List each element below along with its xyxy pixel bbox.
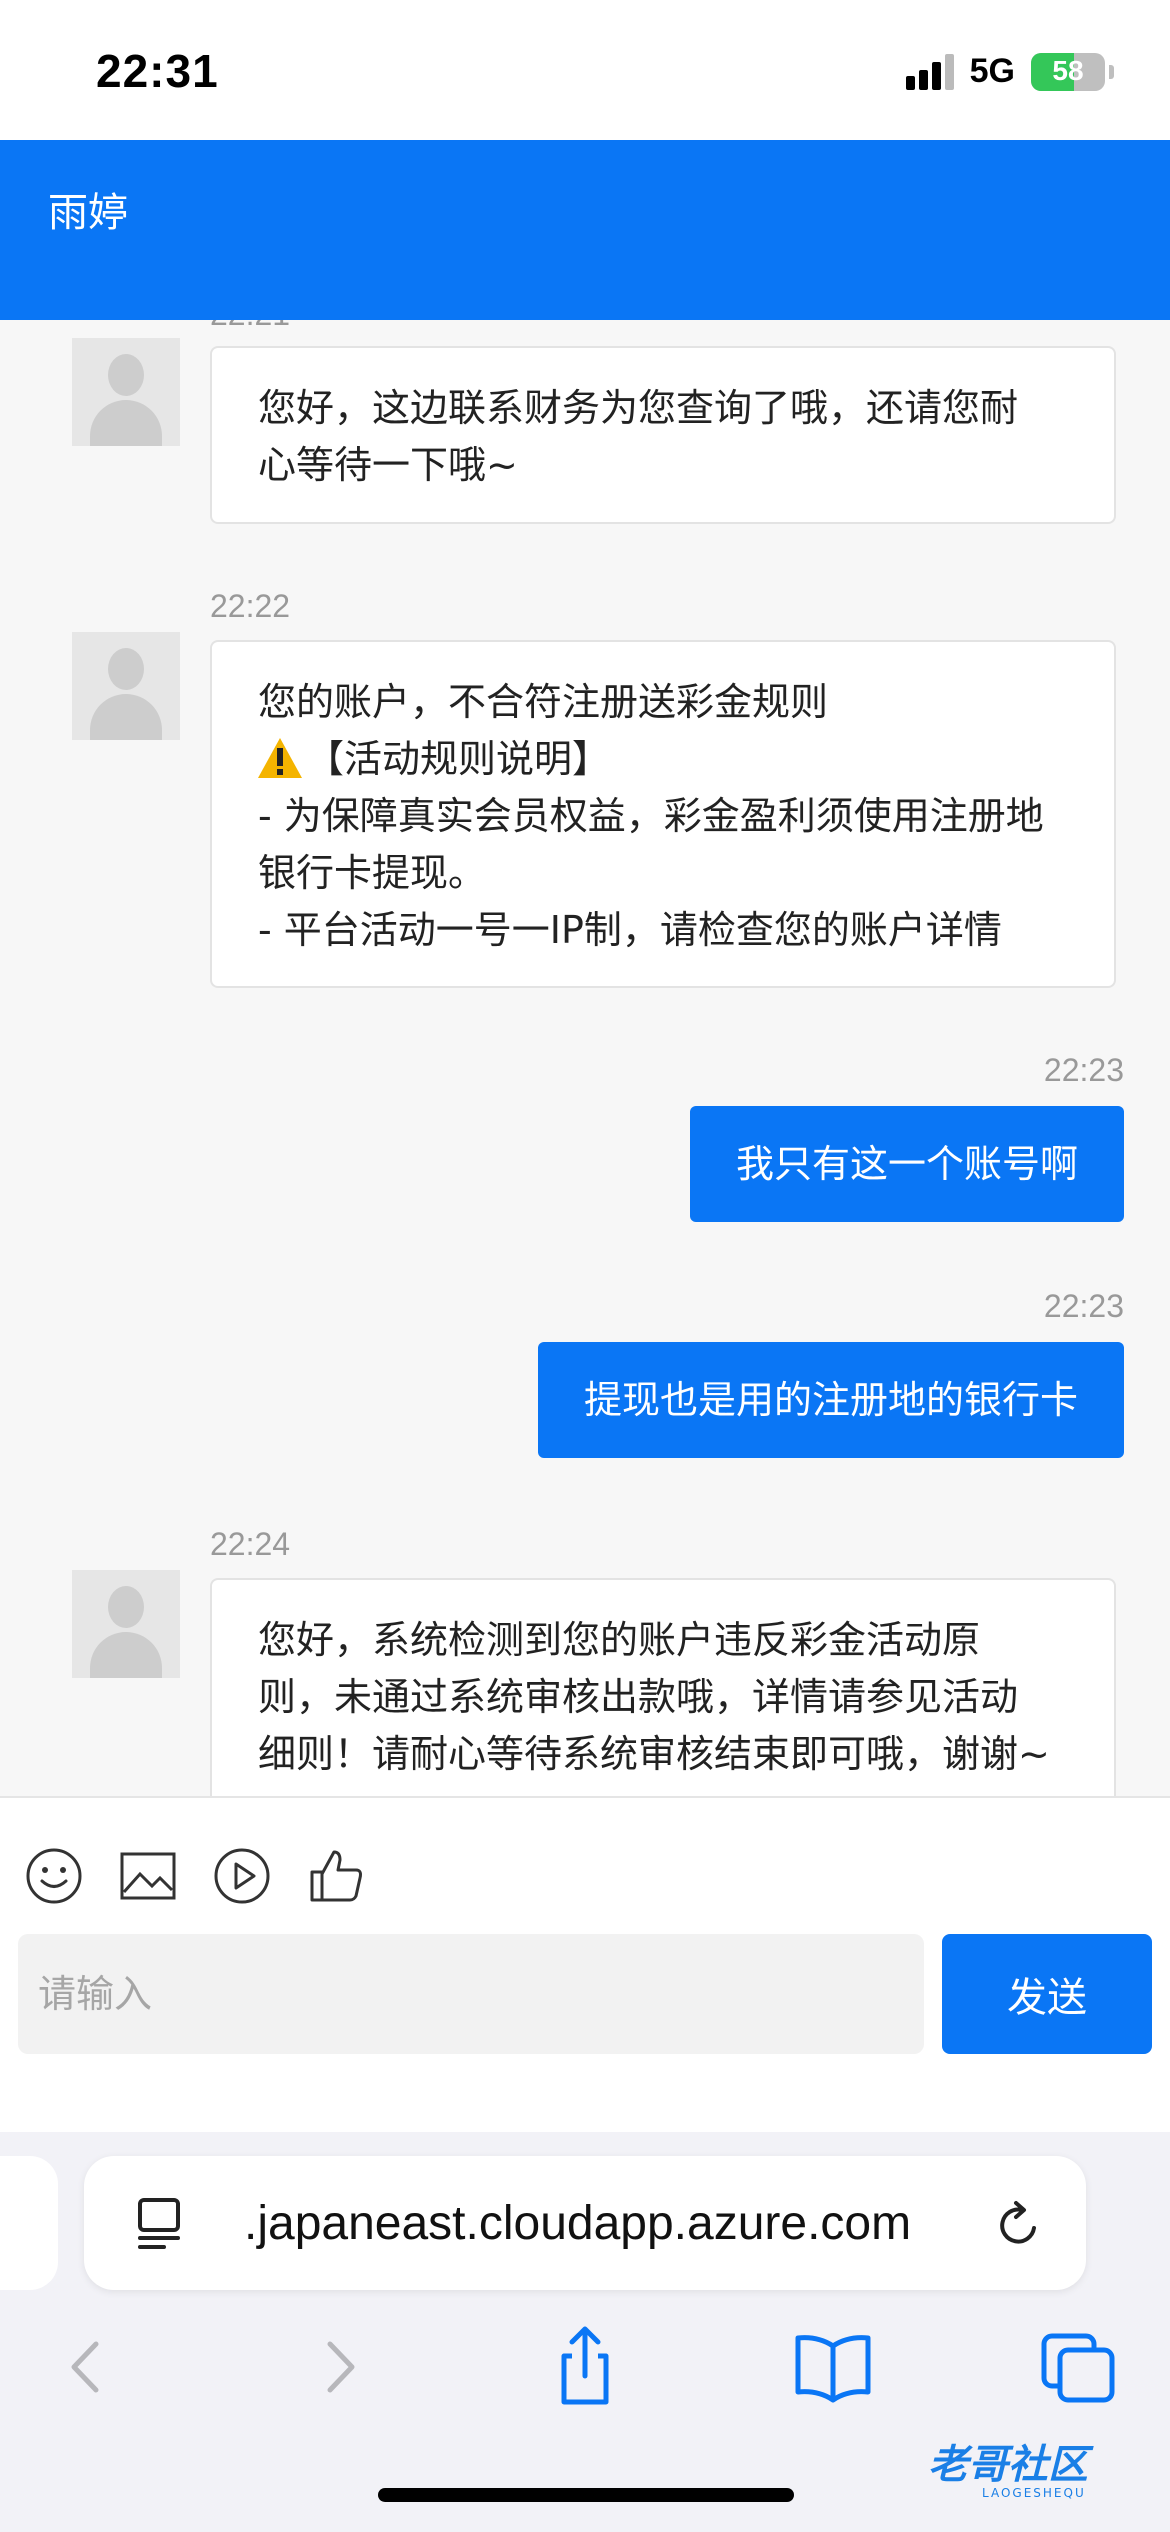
- message-timestamp: 22:22: [210, 588, 291, 624]
- message-timestamp: 22:24: [210, 1526, 291, 1562]
- chat-header: 雨婷: [0, 140, 1170, 320]
- cellular-signal-icon: [905, 53, 954, 90]
- outgoing-message-bubble: 我只有这一个账号啊: [689, 1106, 1124, 1222]
- watermark-subtext: LAOGESHEQU: [982, 2486, 1086, 2500]
- emoji-icon[interactable]: [24, 1846, 84, 1906]
- message-input[interactable]: [18, 1934, 924, 2054]
- home-indicator[interactable]: [378, 2488, 794, 2502]
- message-timestamp: 22:23: [1043, 1288, 1124, 1324]
- previous-tab-preview[interactable]: [0, 2156, 58, 2290]
- bookmarks-icon[interactable]: [788, 2322, 878, 2412]
- incoming-message-bubble: 您好，这边联系财务为您查询了哦，还请您耐 心等待一下哦~: [210, 346, 1116, 524]
- status-time: 22:31: [96, 45, 219, 97]
- message-list[interactable]: 22:21 您好，这边联系财务为您查询了哦，还请您耐 心等待一下哦~ 22:22…: [0, 320, 1170, 1796]
- page-menu-icon[interactable]: [134, 2198, 190, 2250]
- battery-cap: [1109, 64, 1114, 79]
- network-type: 5G: [969, 52, 1015, 90]
- agent-avatar: [72, 1570, 180, 1678]
- share-icon[interactable]: [540, 2322, 630, 2412]
- browser-nav-row: [0, 2322, 1170, 2442]
- chat-contact-name: 雨婷: [48, 190, 128, 236]
- thumbs-up-icon[interactable]: [306, 1846, 366, 1906]
- address-bar[interactable]: .japaneast.cloudapp.azure.com: [84, 2156, 1086, 2290]
- back-icon[interactable]: [42, 2322, 132, 2412]
- tabs-icon[interactable]: [1034, 2322, 1124, 2412]
- message-timestamp: 22:21: [210, 320, 290, 333]
- battery-icon: 58: [1031, 52, 1105, 91]
- message-line: 您的账户，不合符注册送彩金规则: [258, 680, 829, 724]
- warning-icon: [258, 738, 302, 778]
- message-timestamp: 22:23: [1043, 1052, 1124, 1088]
- agent-avatar: [72, 632, 180, 740]
- composer-toolbar: [24, 1846, 366, 1906]
- video-icon[interactable]: [212, 1846, 272, 1906]
- url-text[interactable]: .japaneast.cloudapp.azure.com: [244, 2196, 911, 2251]
- message-composer: 发送: [0, 1796, 1170, 2132]
- rules-heading: 【活动规则说明】: [258, 731, 1068, 788]
- image-icon[interactable]: [118, 1846, 178, 1906]
- status-indicators: 5G 58: [905, 52, 1114, 91]
- outgoing-message-bubble: 提现也是用的注册地的银行卡: [537, 1342, 1124, 1458]
- forward-icon[interactable]: [294, 2322, 384, 2412]
- incoming-message-bubble: 您的账户，不合符注册送彩金规则 【活动规则说明】 - 为保障真实会员权益，彩金盈…: [210, 640, 1116, 988]
- incoming-message-bubble: 您好，系统检测到您的账户违反彩金活动原 则，未通过系统审核出款哦，详情请参见活动…: [210, 1578, 1116, 1796]
- agent-avatar: [72, 338, 180, 446]
- message-line: - 为保障真实会员权益，彩金盈利须使用注册地 银行卡提现。 - 平台活动一号一I…: [258, 794, 1044, 952]
- battery-percentage: 58: [1052, 54, 1084, 86]
- status-bar: 22:31 5G 58: [0, 0, 1170, 140]
- rules-heading-text: 【活动规则说明】: [306, 737, 611, 781]
- send-button[interactable]: 发送: [942, 1934, 1152, 2054]
- reload-icon[interactable]: [994, 2200, 1044, 2250]
- watermark-logo: 老哥社区: [928, 2442, 1088, 2488]
